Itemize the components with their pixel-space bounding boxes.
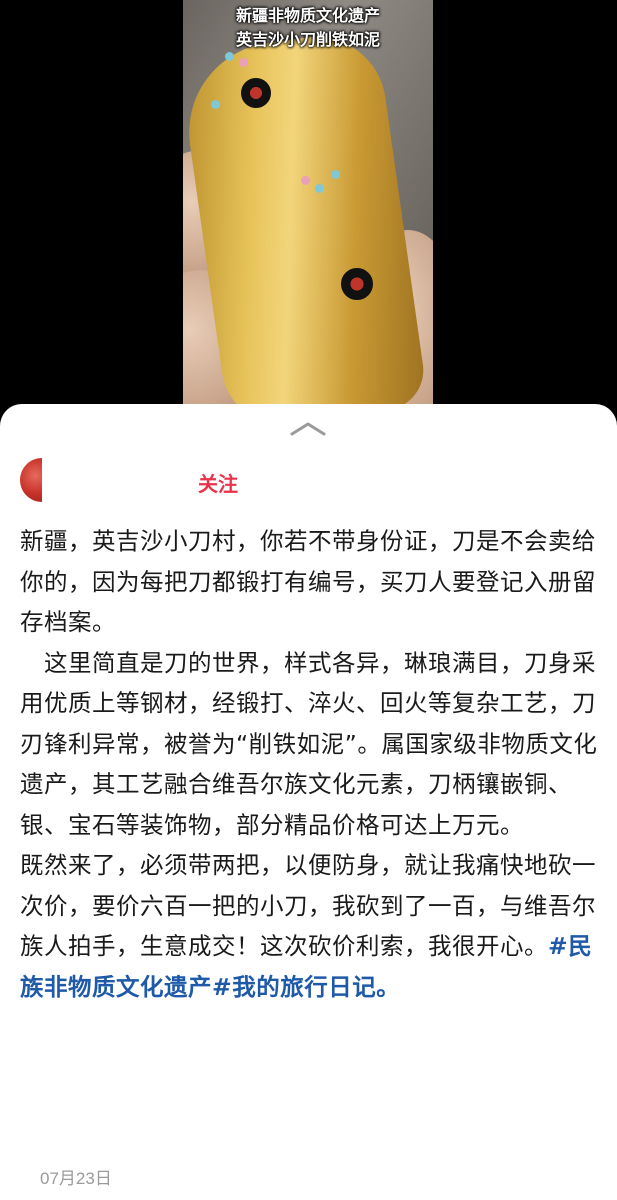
hashtag-link[interactable]: 我的旅行日记。 [232, 973, 400, 1001]
inlay-dot [211, 100, 220, 109]
video-caption-line2: 英吉沙小刀削铁如泥 [235, 30, 380, 49]
post-date: 07月23日 [40, 1169, 112, 1188]
video-player[interactable]: 新疆非物质文化遗产 英吉沙小刀削铁如泥 [0, 0, 617, 420]
post-paragraph-1: 新疆，英吉沙小刀村，你若不带身份证，刀是不会卖给你的，因为每把刀都锻打有编号，买… [20, 527, 596, 636]
inlay-dot [315, 184, 324, 193]
gem-inlay [241, 78, 271, 108]
video-frame[interactable]: 新疆非物质文化遗产 英吉沙小刀削铁如泥 [183, 0, 433, 405]
inlay-dot [239, 58, 248, 67]
post-paragraph-2: 这里简直是刀的世界，样式各异，琳琅满目，刀身采用优质上等钢材，经锻打、淬火、回火… [20, 648, 598, 839]
gem-inlay [341, 268, 373, 300]
follow-button[interactable]: 关注 [198, 468, 238, 497]
post-paragraph-3-text: 既然来了，必须带两把，以便防身，就让我痛快地砍一次价，要价六百一把的小刀，我砍到… [20, 851, 596, 960]
video-caption-line1: 新疆非物质文化遗产 [235, 6, 380, 25]
post-body: 新疆，英吉沙小刀村，你若不带身份证，刀是不会卖给你的，因为每把刀都锻打有编号，买… [20, 521, 600, 1007]
post-detail-sheet: 关注 新疆，英吉沙小刀村，你若不带身份证，刀是不会卖给你的，因为每把刀都锻打有编… [0, 404, 617, 1200]
inlay-dot [301, 176, 310, 185]
avatar-mask [42, 456, 72, 506]
author-row: 关注 [20, 456, 600, 506]
inlay-dot [331, 170, 340, 179]
knife-handle-image [183, 27, 429, 405]
post-paragraph-3: 既然来了，必须带两把，以便防身，就让我痛快地砍一次价，要价六百一把的小刀，我砍到… [20, 845, 600, 1007]
chevron-up-icon[interactable] [288, 418, 328, 438]
inlay-dot [225, 52, 234, 61]
